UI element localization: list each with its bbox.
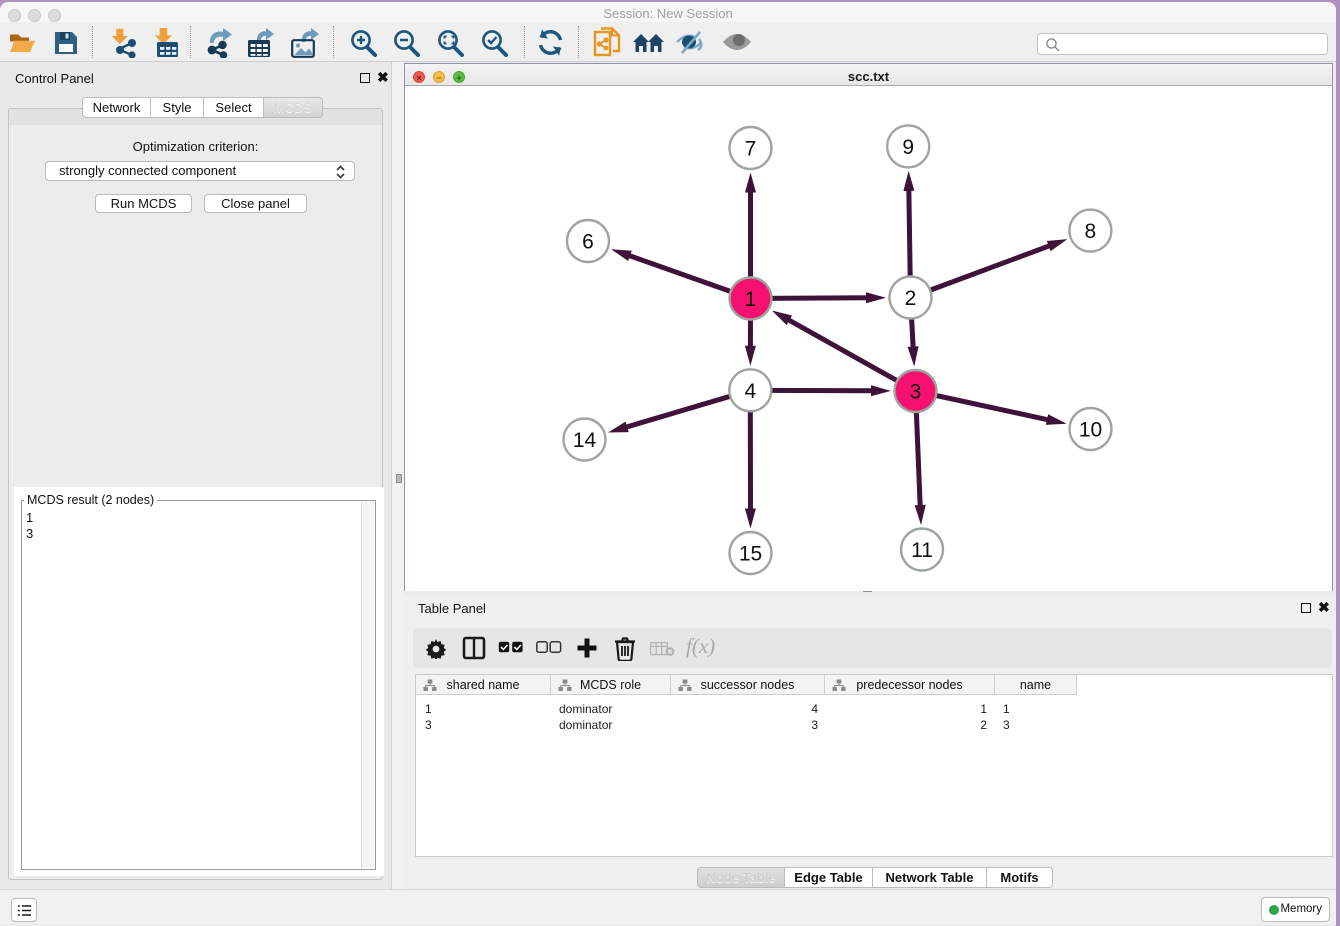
svg-text:3: 3 bbox=[910, 381, 922, 404]
svg-text:9: 9 bbox=[902, 136, 914, 159]
svg-text:8: 8 bbox=[1085, 220, 1097, 243]
svg-text:2: 2 bbox=[905, 287, 917, 310]
svg-text:10: 10 bbox=[1079, 419, 1102, 442]
svg-text:4: 4 bbox=[744, 380, 756, 403]
svg-text:11: 11 bbox=[911, 539, 933, 562]
svg-text:15: 15 bbox=[739, 543, 762, 566]
svg-text:14: 14 bbox=[573, 429, 597, 452]
svg-text:6: 6 bbox=[582, 231, 594, 254]
svg-text:1: 1 bbox=[745, 288, 757, 311]
svg-text:7: 7 bbox=[745, 138, 757, 161]
